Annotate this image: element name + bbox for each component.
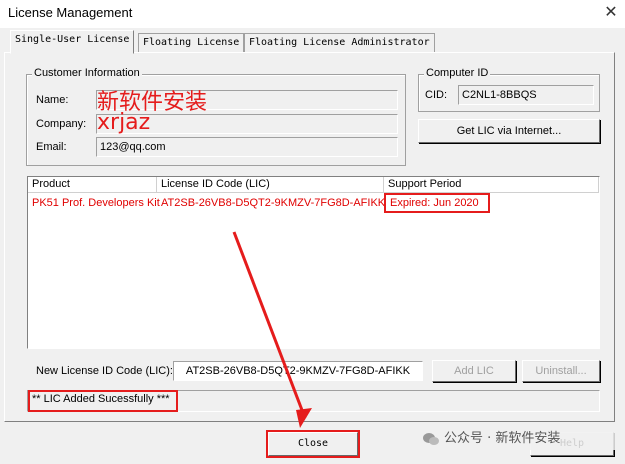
arrow-shaft — [232, 231, 307, 419]
arrow-head — [296, 408, 312, 428]
watermark: 公众号 · 新软件安装 — [422, 428, 618, 450]
tab-single-user-license[interactable]: Single-User License — [10, 30, 135, 54]
wechat-icon — [422, 432, 440, 446]
annotation-arrow — [232, 231, 312, 428]
license-management-window: License Management ✕ Single-User License… — [0, 0, 625, 464]
watermark-text: 公众号 · 新软件安装 — [444, 431, 561, 446]
